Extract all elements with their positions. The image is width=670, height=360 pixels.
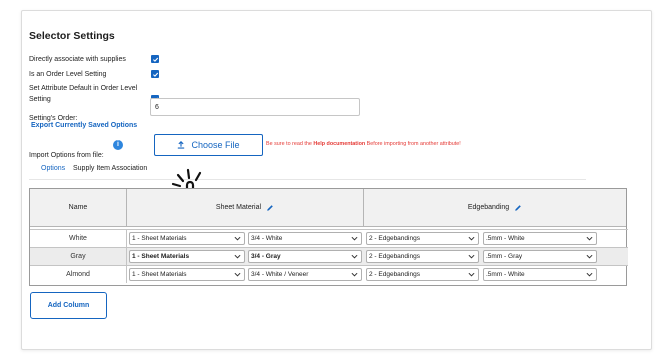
order-level-label: Is an Order Level Setting <box>29 71 107 78</box>
edit-pencil-icon[interactable] <box>514 204 522 212</box>
sheet-category-select[interactable]: 1 - Sheet Materials <box>129 268 245 281</box>
tab-supply-item-association[interactable]: Supply Item Association <box>73 165 147 172</box>
chevron-down-icon <box>351 272 358 277</box>
edge-item-select[interactable]: .5mm - White <box>483 268 597 281</box>
chevron-down-icon <box>468 272 475 277</box>
choose-file-label: Choose File <box>191 140 240 150</box>
info-icon[interactable]: i <box>113 140 123 150</box>
sheet-item-select[interactable]: 3/4 - Gray <box>248 250 362 263</box>
table-row: White 1 - Sheet Materials 3/4 - White 2 … <box>30 229 628 247</box>
tab-options[interactable]: Options <box>41 165 65 172</box>
export-options-link[interactable]: Export Currently Saved Options <box>31 122 137 129</box>
sheet-item-select[interactable]: 3/4 - White <box>248 232 362 245</box>
chevron-down-icon <box>468 236 475 241</box>
tabs-divider <box>29 179 586 180</box>
chevron-down-icon <box>586 272 593 277</box>
sheet-category-select[interactable]: 1 - Sheet Materials <box>129 250 245 263</box>
import-label: Import Options from file: <box>29 152 104 159</box>
help-doc-link[interactable]: Help documentation <box>313 141 365 147</box>
attr-default-label-line1: Set Attribute Default in Order Level <box>29 85 138 92</box>
edge-category-select[interactable]: 2 - Edgebandings <box>366 250 479 263</box>
row-name: White <box>30 230 127 247</box>
check-icon <box>152 57 158 62</box>
check-icon <box>152 72 158 77</box>
row-name: Almond <box>30 266 127 283</box>
column-header-name: Name <box>30 189 127 227</box>
supply-association-table: Name Sheet Material Edgebanding White 1 … <box>29 188 628 286</box>
chevron-down-icon <box>234 236 241 241</box>
edge-category-select[interactable]: 2 - Edgebandings <box>366 232 479 245</box>
order-level-checkbox[interactable] <box>151 70 159 78</box>
order-input[interactable] <box>150 98 360 116</box>
chevron-down-icon <box>468 254 475 259</box>
direct-associate-label: Directly associate with supplies <box>29 56 126 63</box>
add-column-button[interactable]: Add Column <box>30 292 107 319</box>
chevron-down-icon <box>234 254 241 259</box>
chevron-down-icon <box>586 254 593 259</box>
upload-icon <box>178 141 185 149</box>
sheet-item-select[interactable]: 3/4 - White / Veneer <box>248 268 362 281</box>
edge-item-select[interactable]: .5mm - Gray <box>483 250 597 263</box>
column-header-edgebanding: Edgebanding <box>364 189 626 227</box>
edge-item-select[interactable]: .5mm - White <box>483 232 597 245</box>
row-name: Gray <box>30 248 127 265</box>
table-row: Almond 1 - Sheet Materials 3/4 - White /… <box>30 265 628 283</box>
chevron-down-icon <box>351 236 358 241</box>
edit-pencil-icon[interactable] <box>266 204 274 212</box>
import-warning: Be sure to read the Help documentation B… <box>266 141 461 147</box>
chevron-down-icon <box>586 236 593 241</box>
section-title: Selector Settings <box>29 30 115 42</box>
edge-category-select[interactable]: 2 - Edgebandings <box>366 268 479 281</box>
table-row: Gray 1 - Sheet Materials 3/4 - Gray 2 - … <box>30 247 628 265</box>
attr-default-label-line2: Setting <box>29 96 51 103</box>
direct-associate-checkbox[interactable] <box>151 55 159 63</box>
sheet-category-select[interactable]: 1 - Sheet Materials <box>129 232 245 245</box>
choose-file-button[interactable]: Choose File <box>154 134 263 156</box>
chevron-down-icon <box>234 272 241 277</box>
chevron-down-icon <box>351 254 358 259</box>
column-header-sheet-material: Sheet Material <box>127 189 364 227</box>
